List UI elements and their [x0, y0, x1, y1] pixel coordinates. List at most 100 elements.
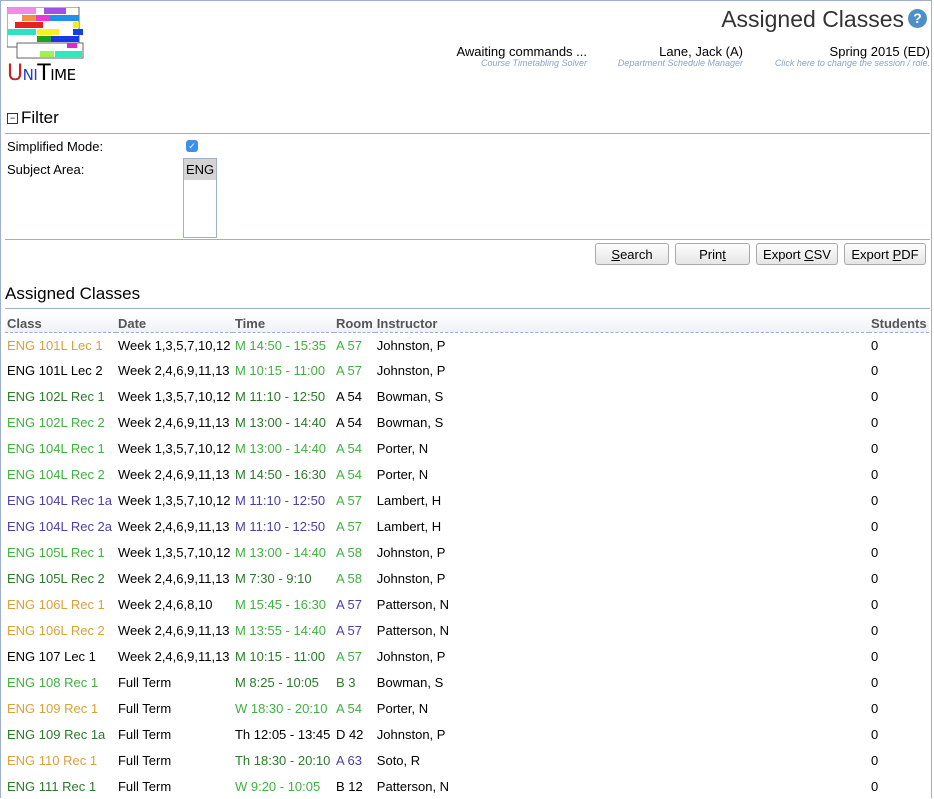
search-button[interactable]: Search	[595, 243, 669, 265]
filter-title: Filter	[21, 108, 59, 127]
room-cell: B 12	[335, 778, 363, 794]
export-pdf-accesskey: P	[892, 247, 902, 262]
table-row[interactable]: ENG 101L Lec 1 Week 1,3,5,7,10,12 M 14:50 …	[5, 333, 929, 358]
column-header-room[interactable]: Room	[333, 313, 375, 333]
room-cell: A 57	[335, 648, 362, 664]
students-cell: 0	[870, 570, 879, 586]
session-name: Spring 2015 (ED)	[829, 44, 930, 59]
solver-status-caption: Course Timetabling Solver	[481, 58, 587, 68]
table-row[interactable]: ENG 111 Rec 1 Full Term W 9:20 - 10:05 B 12…	[5, 773, 929, 799]
logo-text: UNITIME	[7, 61, 76, 86]
date-cell: Full Term	[117, 778, 172, 794]
table-row[interactable]: ENG 102L Rec 1 Week 1,3,5,7,10,12 M 11:10 …	[5, 383, 929, 409]
column-header-instructor[interactable]: Instructor	[374, 313, 869, 333]
table-row[interactable]: ENG 104L Rec 2a Week 2,4,6,9,11,13 M 11:10…	[5, 513, 929, 539]
table-row[interactable]: ENG 105L Rec 2 Week 2,4,6,9,11,13 M 7:30 -…	[5, 565, 929, 591]
table-row[interactable]: ENG 109 Rec 1a Full Term Th 12:05 - 13:45 D…	[5, 721, 929, 747]
students-cell: 0	[870, 414, 879, 430]
solver-status[interactable]: Awaiting commands ... Course Timetabling…	[456, 44, 587, 68]
time-cell: M 10:15 - 11:00	[234, 362, 326, 378]
table-row[interactable]: ENG 109 Rec 1 Full Term W 18:30 - 20:10 A 5…	[5, 695, 929, 721]
class-cell: ENG 101L Lec 1	[7, 337, 103, 353]
user-status[interactable]: Lane, Jack (A) Department Schedule Manag…	[618, 44, 743, 68]
search-button-accesskey: S	[611, 247, 621, 262]
column-header-date[interactable]: Date	[115, 313, 233, 333]
students-cell: 0	[870, 544, 879, 560]
instructor-cell: Bowman, S	[376, 674, 444, 690]
instructor-cell: Lambert, H	[376, 518, 442, 534]
students-cell: 0	[870, 466, 879, 482]
print-button-label-pre: Prin	[699, 247, 723, 262]
simplified-mode-label: Simplified Mode:	[7, 139, 104, 154]
students-cell: 0	[870, 337, 879, 353]
results-title: Assigned Classes	[5, 284, 141, 303]
search-button-label-post: earch	[620, 247, 653, 262]
room-cell: A 54	[335, 440, 362, 456]
column-header-students[interactable]: Students	[868, 313, 929, 333]
class-cell: ENG 106L Rec 1	[7, 596, 105, 612]
table-row[interactable]: ENG 108 Rec 1 Full Term M 8:25 - 10:05 B 3 B…	[5, 669, 929, 695]
print-button[interactable]: Print	[675, 243, 750, 265]
date-cell: Full Term	[117, 674, 172, 690]
students-cell: 0	[870, 622, 879, 638]
table-row[interactable]: ENG 101L Lec 2 Week 2,4,6,9,11,13 M 10:15 …	[5, 357, 929, 383]
students-cell: 0	[870, 362, 879, 378]
instructor-cell: Soto, R	[376, 752, 421, 768]
class-cell: ENG 105L Rec 2	[7, 570, 105, 586]
time-cell: W 18:30 - 20:10	[234, 700, 328, 716]
column-header-class[interactable]: Class	[5, 313, 116, 333]
instructor-cell: Johnston, P	[376, 570, 446, 586]
table-row[interactable]: ENG 104L Rec 2 Week 2,4,6,9,11,13 M 14:50 …	[5, 461, 929, 487]
export-csv-accesskey: C	[804, 247, 814, 262]
class-cell: ENG 108 Rec 1	[7, 674, 99, 690]
table-row[interactable]: ENG 107 Lec 1 Week 2,4,6,9,11,13 M 10:15 -…	[5, 643, 929, 669]
class-cell: ENG 105L Rec 1	[7, 544, 105, 560]
students-cell: 0	[870, 492, 879, 508]
date-cell: Full Term	[117, 700, 172, 716]
time-cell: M 15:45 - 16:30	[234, 596, 327, 612]
filter-bottom-divider	[5, 239, 930, 240]
instructor-cell: Johnston, P	[376, 648, 446, 664]
unitime-logo[interactable]: UNITIME	[7, 7, 85, 86]
date-cell: Week 2,4,6,9,11,13	[117, 414, 230, 430]
class-cell: ENG 109 Rec 1	[7, 700, 99, 716]
instructor-cell: Porter, N	[376, 440, 429, 456]
table-header-row: Class Date Time Room Instructor Students	[5, 313, 929, 333]
table-row[interactable]: ENG 105L Rec 1 Week 1,3,5,7,10,12 M 13:00 …	[5, 539, 929, 565]
date-cell: Week 1,3,5,7,10,12	[117, 337, 231, 353]
table-row[interactable]: ENG 106L Rec 1 Week 2,4,6,8,10 M 15:45 - 1…	[5, 591, 929, 617]
students-cell: 0	[870, 778, 879, 794]
filter-divider	[5, 133, 930, 134]
simplified-mode-checkbox[interactable]: ✓	[186, 140, 198, 152]
table-row[interactable]: ENG 102L Rec 2 Week 2,4,6,9,11,13 M 13:00 …	[5, 409, 929, 435]
table-row[interactable]: ENG 104L Rec 1 Week 1,3,5,7,10,12 M 13:00 …	[5, 435, 929, 461]
students-cell: 0	[870, 752, 879, 768]
room-cell: A 57	[335, 596, 362, 612]
room-cell: A 57	[335, 622, 362, 638]
export-csv-button[interactable]: Export CSV	[756, 243, 838, 265]
column-header-time[interactable]: Time	[232, 313, 334, 333]
date-cell: Week 2,4,6,9,11,13	[117, 466, 230, 482]
table-row[interactable]: ENG 106L Rec 2 Week 2,4,6,9,11,13 M 13:55 …	[5, 617, 929, 643]
help-icon[interactable]: ?	[908, 9, 927, 28]
instructor-cell: Bowman, S	[376, 388, 444, 404]
time-cell: M 8:25 - 10:05	[234, 674, 319, 690]
results-divider	[5, 308, 930, 309]
export-pdf-button[interactable]: Export PDF	[844, 243, 926, 265]
subject-area-option[interactable]: ENG	[184, 159, 216, 180]
time-cell: W 9:20 - 10:05	[234, 778, 321, 794]
time-cell: M 13:00 - 14:40	[234, 440, 327, 456]
session-status[interactable]: Spring 2015 (ED) Click here to change th…	[775, 44, 930, 68]
class-cell: ENG 104L Rec 2	[7, 466, 105, 482]
instructor-cell: Bowman, S	[376, 414, 444, 430]
subject-area-select[interactable]: ENG	[183, 158, 217, 238]
filter-header[interactable]: − Filter	[7, 108, 59, 128]
collapse-icon[interactable]: −	[7, 113, 18, 124]
table-row[interactable]: ENG 104L Rec 1a Week 1,3,5,7,10,12 M 11:10…	[5, 487, 929, 513]
class-cell: ENG 101L Lec 2	[7, 362, 103, 378]
table-row[interactable]: ENG 110 Rec 1 Full Term Th 18:30 - 20:10 A …	[5, 747, 929, 773]
time-cell: M 11:10 - 12:50	[234, 492, 326, 508]
instructor-cell: Porter, N	[376, 466, 429, 482]
time-cell: M 13:00 - 14:40	[234, 544, 327, 560]
students-cell: 0	[870, 388, 879, 404]
